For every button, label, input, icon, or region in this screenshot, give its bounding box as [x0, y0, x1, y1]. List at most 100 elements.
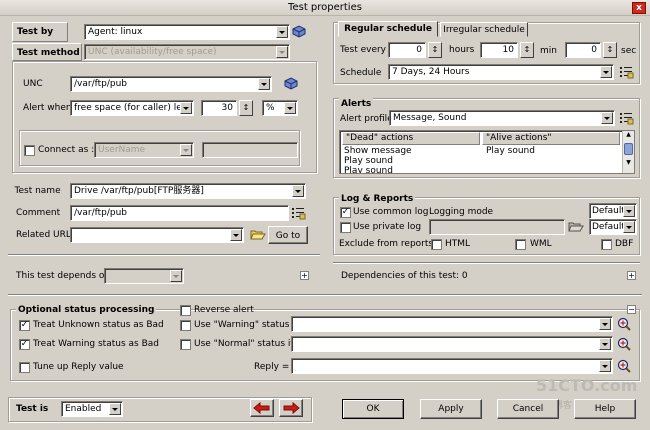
sec-unit: sec	[621, 46, 637, 56]
apply-button[interactable]: Apply	[420, 399, 482, 419]
test-method-select[interactable]: UNC (availability/free space)	[84, 44, 290, 60]
password-field[interactable]	[202, 142, 298, 158]
schedule-select[interactable]: 7 Days, 24 Hours	[388, 64, 614, 80]
schedule-list-icon[interactable]	[619, 65, 634, 79]
next-test-button[interactable]	[279, 399, 303, 417]
reply-expression-select[interactable]	[291, 358, 613, 374]
chevron-down-icon[interactable]	[284, 102, 296, 114]
scroll-thumb[interactable]	[624, 143, 633, 155]
chevron-down-icon[interactable]	[599, 318, 611, 330]
open-folder-icon[interactable]	[568, 220, 584, 234]
test-is-select[interactable]: Enabled	[61, 401, 123, 417]
expand-plus-icon[interactable]: +	[300, 271, 309, 280]
tab-irregular-schedule[interactable]: Irregular schedule	[440, 22, 528, 37]
exclude-dbf-checkbox[interactable]	[601, 239, 612, 250]
scroll-down-icon[interactable]: ▼	[623, 159, 634, 167]
alert-when-select[interactable]: free space (for caller) less th	[70, 100, 194, 116]
list-icon[interactable]	[291, 206, 306, 220]
expand-plus-icon[interactable]: +	[627, 271, 636, 280]
arrow-left-icon	[253, 401, 270, 415]
chevron-down-icon[interactable]	[599, 338, 611, 350]
chevron-down-icon[interactable]	[623, 205, 635, 217]
actions-list[interactable]: "Dead" actions "Alive actions" Show mess…	[339, 130, 635, 174]
chevron-down-icon[interactable]	[170, 270, 182, 282]
normal-expression-select[interactable]	[291, 336, 613, 352]
comment-input[interactable]: /var/ftp/pub	[70, 205, 289, 221]
alert-profile-list-icon[interactable]	[619, 111, 634, 125]
exclude-wml-checkbox[interactable]	[515, 239, 526, 250]
scroll-up-icon[interactable]: ▲	[623, 131, 634, 139]
use-warning-if-checkbox[interactable]	[180, 320, 191, 331]
chevron-down-icon[interactable]	[180, 102, 192, 114]
tune-up-checkbox[interactable]	[19, 362, 30, 373]
ok-button[interactable]: OK	[342, 399, 404, 419]
use-normal-if-checkbox[interactable]	[180, 339, 191, 350]
magnifier-icon[interactable]	[617, 337, 631, 351]
agent-properties-icon[interactable]	[291, 24, 307, 38]
close-button[interactable]: x	[632, 2, 646, 14]
test-name-label: TTest name	[14, 186, 61, 196]
connect-as-checkbox[interactable]	[24, 145, 35, 156]
cancel-button[interactable]: Cancel	[497, 399, 559, 419]
warning-as-bad-checkbox[interactable]: ✓	[19, 339, 30, 350]
min-input[interactable]: 10	[480, 42, 518, 58]
use-common-log-checkbox[interactable]: ✓	[340, 207, 351, 218]
magnifier-icon[interactable]	[617, 359, 631, 373]
connect-as-select[interactable]: UserName	[94, 142, 194, 158]
reverse-alert-checkbox[interactable]	[180, 305, 191, 316]
dead-actions-header[interactable]: "Dead" actions	[342, 132, 480, 145]
alert-profile-select[interactable]: Message, Sound	[389, 110, 615, 126]
chevron-down-icon[interactable]	[600, 66, 612, 78]
previous-test-button[interactable]	[250, 399, 274, 417]
alert-threshold-input[interactable]: 30	[201, 100, 237, 116]
test-by-select[interactable]: Agent: linux	[84, 24, 290, 40]
window-title: Test properties	[0, 0, 650, 16]
unc-select[interactable]: /var/ftp/pub	[70, 76, 272, 92]
use-private-log-checkbox[interactable]	[340, 222, 351, 233]
chevron-down-icon[interactable]	[109, 403, 121, 415]
test-name-select[interactable]: Drive /var/ftp/pub[FTP服务器]	[70, 183, 306, 199]
related-url-label: Related URL	[16, 230, 71, 240]
min-spin-icon[interactable]: ↕	[520, 42, 534, 58]
related-url-select[interactable]	[70, 227, 244, 243]
sec-spin-icon[interactable]: ↕	[603, 42, 617, 58]
chevron-down-icon[interactable]	[230, 229, 242, 241]
chevron-down-icon[interactable]	[601, 112, 613, 124]
optional-title: Optional status processing	[16, 303, 157, 317]
chevron-down-icon[interactable]	[258, 78, 270, 90]
chevron-down-icon[interactable]	[623, 221, 635, 233]
go-to-button[interactable]: Go to	[268, 226, 308, 244]
magnifier-icon[interactable]	[617, 317, 631, 331]
private-mode-value: Default	[592, 222, 625, 232]
tab-regular-schedule[interactable]: Regular schedule	[338, 21, 438, 37]
threshold-spin-icon[interactable]: ↕	[239, 100, 253, 116]
chevron-down-icon[interactable]	[276, 26, 288, 38]
hours-spin-icon[interactable]: ↕	[428, 42, 442, 58]
reverse-alert-label: Reverse alert	[194, 305, 254, 315]
chevron-down-icon[interactable]	[599, 360, 611, 372]
actions-scrollbar[interactable]: ▲ ▼	[622, 131, 634, 173]
depends-select[interactable]	[104, 268, 184, 284]
alert-unit-select[interactable]: %	[262, 100, 298, 116]
alive-actions-header[interactable]: "Alive actions"	[482, 132, 620, 145]
open-folder-icon[interactable]	[250, 228, 266, 241]
chevron-down-icon[interactable]	[180, 144, 192, 156]
browse-icon[interactable]	[283, 76, 299, 90]
warning-expression-select[interactable]	[291, 316, 613, 332]
collapse-minus-icon[interactable]: −	[627, 305, 636, 314]
min-unit: min	[540, 46, 557, 56]
exclude-label: Exclude from reports:	[339, 239, 437, 249]
chevron-down-icon[interactable]	[276, 46, 288, 58]
logging-mode-select[interactable]: Default	[589, 203, 637, 219]
logging-mode-value: Default	[592, 206, 625, 216]
hours-input[interactable]: 0	[388, 42, 426, 58]
unknown-as-bad-checkbox[interactable]: ✓	[19, 320, 30, 331]
sec-input[interactable]: 0	[565, 42, 601, 58]
private-log-path[interactable]	[429, 219, 565, 235]
use-normal-if-label: Use "Normal" status if	[194, 339, 294, 349]
exclude-html-checkbox[interactable]	[431, 239, 442, 250]
chevron-down-icon[interactable]	[292, 185, 304, 197]
help-button[interactable]: Help	[574, 399, 636, 419]
private-mode-select[interactable]: Default	[589, 219, 637, 235]
test-every-label: Test every	[340, 45, 387, 55]
